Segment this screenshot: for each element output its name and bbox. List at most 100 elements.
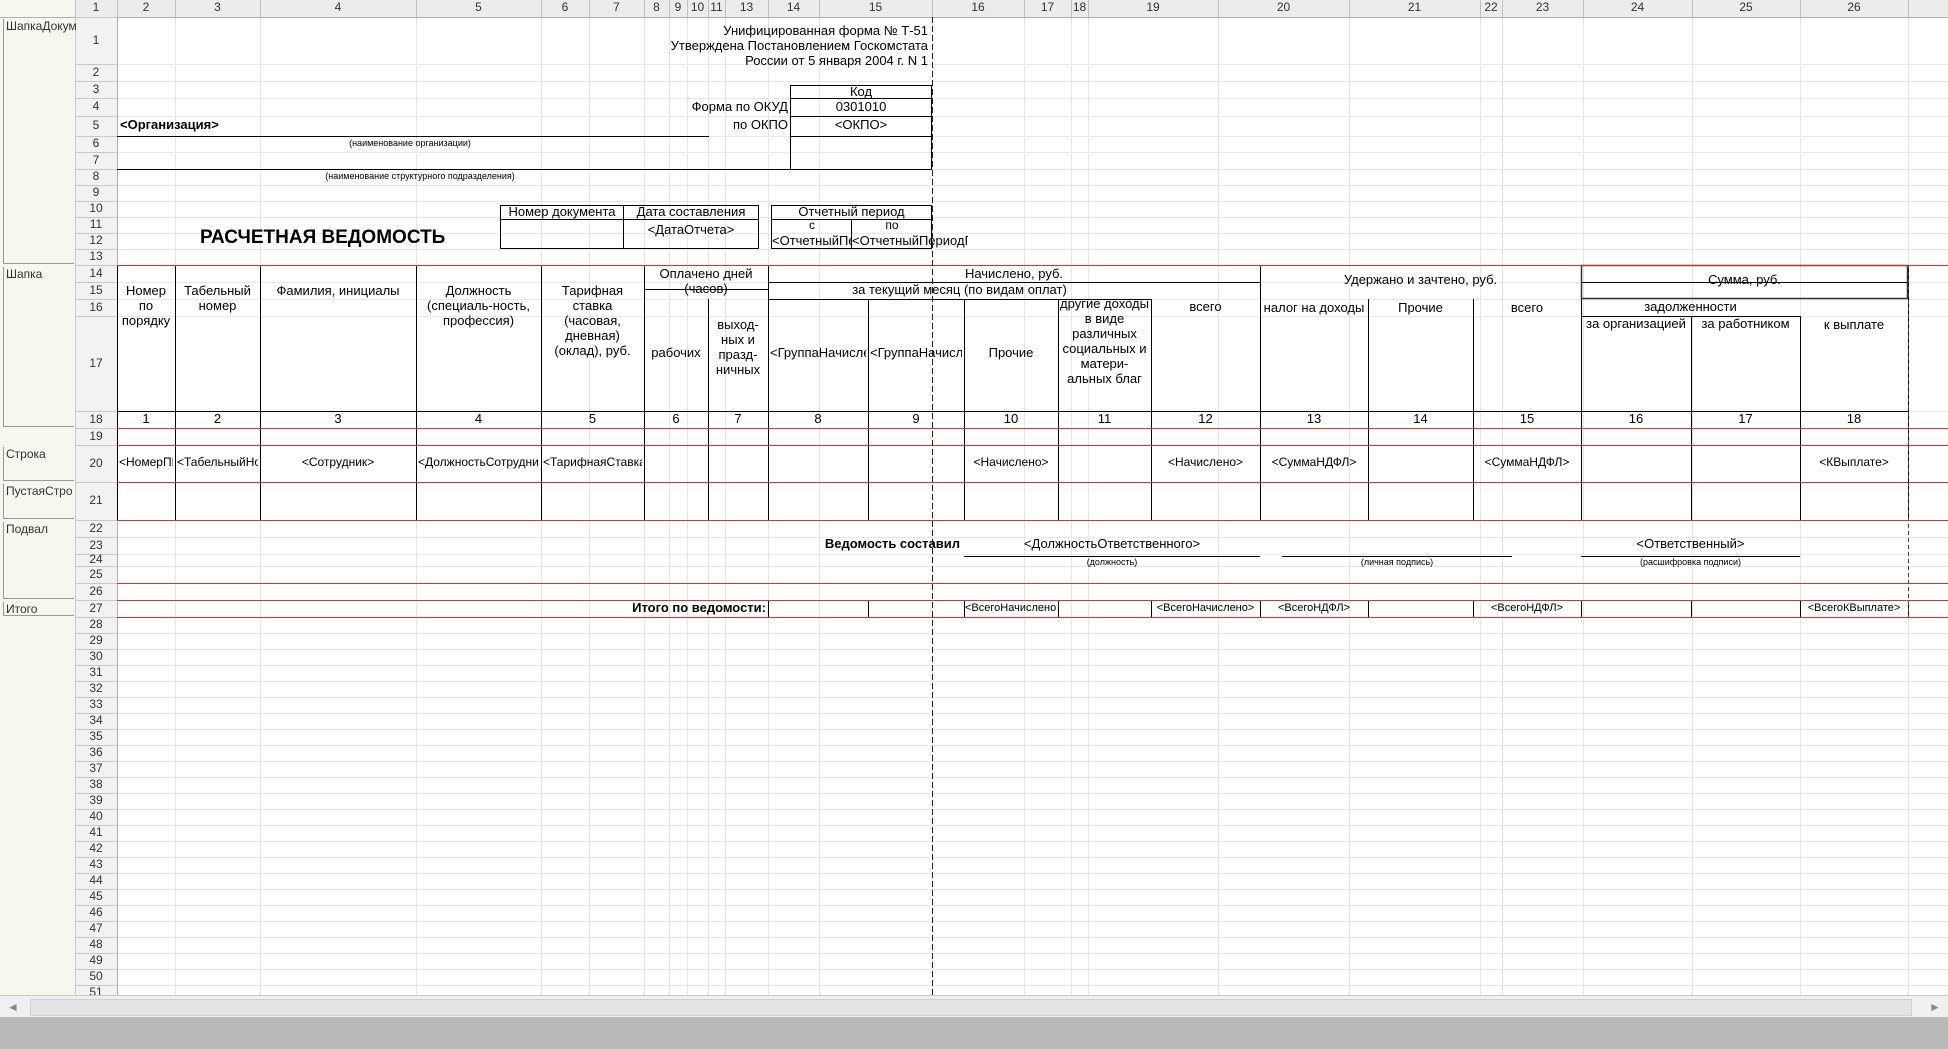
row-header-24[interactable]: 24 — [75, 553, 117, 567]
group-label[interactable]: Строка — [6, 448, 76, 462]
row-header-23[interactable]: 23 — [75, 539, 117, 553]
column-header-13[interactable]: 13 — [725, 1, 768, 16]
column-header-1[interactable]: 1 — [75, 1, 117, 16]
row-template-cell[interactable]: <НомерПП> — [119, 456, 173, 471]
row-header-38[interactable]: 38 — [75, 778, 117, 792]
row-header-25[interactable]: 25 — [75, 568, 117, 582]
row-header-19[interactable]: 19 — [75, 430, 117, 444]
scroll-left-arrow-icon[interactable]: ◄ — [2, 998, 24, 1016]
row-template-cell[interactable]: <КВыплате> — [1802, 456, 1906, 471]
col-header-accrual-group-2: <ГруппаНачисления> — [870, 346, 962, 360]
row-header-9[interactable]: 9 — [75, 186, 117, 200]
row-header-49[interactable]: 49 — [75, 954, 117, 968]
row-header-12[interactable]: 12 — [75, 234, 117, 248]
row-header-45[interactable]: 45 — [75, 890, 117, 904]
column-header-17[interactable]: 17 — [1024, 1, 1071, 16]
column-header-18[interactable]: 18 — [1071, 1, 1088, 16]
row-header-16[interactable]: 16 — [75, 301, 117, 315]
group-label[interactable]: Подвал — [6, 523, 76, 537]
row-template-cell[interactable]: <ТарифнаяСтавка> — [543, 456, 642, 471]
row-header-42[interactable]: 42 — [75, 842, 117, 856]
row-header-29[interactable]: 29 — [75, 634, 117, 648]
row-template-cell[interactable]: <ДолжностьСотрудника> — [418, 456, 539, 471]
row-header-20[interactable]: 20 — [75, 457, 117, 471]
row-header-40[interactable]: 40 — [75, 810, 117, 824]
row-header-14[interactable]: 14 — [75, 267, 117, 281]
column-header-10[interactable]: 10 — [687, 1, 708, 16]
row-header-15[interactable]: 15 — [75, 284, 117, 298]
row-header-44[interactable]: 44 — [75, 874, 117, 888]
column-header-5[interactable]: 5 — [416, 1, 541, 16]
column-header-4[interactable]: 4 — [260, 1, 416, 16]
group-label[interactable]: ШапкаДокум — [6, 20, 76, 34]
column-header-23[interactable]: 23 — [1502, 1, 1583, 16]
row-header-4[interactable]: 4 — [75, 100, 117, 114]
group-label[interactable]: Шапка — [6, 268, 76, 282]
column-header-7[interactable]: 7 — [589, 1, 644, 16]
row-template-cell[interactable]: <Сотрудник> — [262, 456, 414, 471]
column-header-9[interactable]: 9 — [669, 1, 687, 16]
row-header-8[interactable]: 8 — [75, 170, 117, 184]
row-header-7[interactable]: 7 — [75, 154, 117, 168]
scrollbar-thumb[interactable] — [30, 999, 1912, 1016]
column-header-24[interactable]: 24 — [1583, 1, 1692, 16]
row-template-cell[interactable]: <ТабельныйНомерСотрудника> — [177, 456, 258, 471]
row-header-37[interactable]: 37 — [75, 762, 117, 776]
row-header-36[interactable]: 36 — [75, 746, 117, 760]
row-header-18[interactable]: 18 — [75, 413, 117, 427]
column-header-21[interactable]: 21 — [1349, 1, 1480, 16]
row-header-43[interactable]: 43 — [75, 858, 117, 872]
col-number-5: 5 — [588, 412, 597, 426]
row-header-41[interactable]: 41 — [75, 826, 117, 840]
row-header-17[interactable]: 17 — [75, 357, 117, 371]
row-template-cell[interactable]: <Начислено> — [966, 456, 1056, 471]
row-template-cell[interactable]: <Начислено> — [1153, 456, 1258, 471]
row-header-34[interactable]: 34 — [75, 714, 117, 728]
row-header-35[interactable]: 35 — [75, 730, 117, 744]
column-header-19[interactable]: 19 — [1088, 1, 1218, 16]
horizontal-scrollbar[interactable]: ◄ ► — [0, 995, 1948, 1018]
row-header-33[interactable]: 33 — [75, 698, 117, 712]
column-header-15[interactable]: 15 — [819, 1, 932, 16]
row-header-2[interactable]: 2 — [75, 66, 117, 80]
row-header-5[interactable]: 5 — [75, 119, 117, 133]
row-header-30[interactable]: 30 — [75, 650, 117, 664]
col-number-8: 8 — [814, 412, 822, 426]
row-header-50[interactable]: 50 — [75, 970, 117, 984]
row-header-6[interactable]: 6 — [75, 137, 117, 151]
column-header-16[interactable]: 16 — [932, 1, 1024, 16]
row-header-48[interactable]: 48 — [75, 938, 117, 952]
spreadsheet-sheet[interactable]: { "columns": ["1","2","3","4","5","6","7… — [0, 0, 1948, 1049]
row-header-22[interactable]: 22 — [75, 522, 117, 536]
column-header-14[interactable]: 14 — [768, 1, 819, 16]
row-header-11[interactable]: 11 — [75, 218, 117, 232]
row-header-21[interactable]: 21 — [75, 494, 117, 508]
column-header-8[interactable]: 8 — [644, 1, 669, 16]
row-header-27[interactable]: 27 — [75, 602, 117, 616]
row-header-28[interactable]: 28 — [75, 618, 117, 632]
row-header-32[interactable]: 32 — [75, 682, 117, 696]
column-header-20[interactable]: 20 — [1218, 1, 1349, 16]
column-header-6[interactable]: 6 — [541, 1, 589, 16]
row-header-46[interactable]: 46 — [75, 906, 117, 920]
row-header-3[interactable]: 3 — [75, 83, 117, 97]
row-header-47[interactable]: 47 — [75, 922, 117, 936]
row-header-26[interactable]: 26 — [75, 585, 117, 599]
row-header-31[interactable]: 31 — [75, 666, 117, 680]
column-header-25[interactable]: 25 — [1692, 1, 1800, 16]
column-header-26[interactable]: 26 — [1800, 1, 1908, 16]
column-header-11[interactable]: 11 — [708, 1, 725, 16]
column-header-22[interactable]: 22 — [1480, 1, 1502, 16]
row-template-cell[interactable]: <СуммаНДФЛ> — [1262, 456, 1366, 471]
row-template-cell[interactable]: <СуммаНДФЛ> — [1475, 456, 1579, 471]
scroll-right-arrow-icon[interactable]: ► — [1924, 998, 1946, 1016]
group-label[interactable]: ПустаяСтро — [6, 485, 76, 499]
column-header-3[interactable]: 3 — [175, 1, 260, 16]
col-number-3: 3 — [334, 412, 342, 426]
group-label[interactable]: Итого — [6, 603, 76, 617]
row-header-1[interactable]: 1 — [75, 34, 117, 48]
row-header-10[interactable]: 10 — [75, 202, 117, 216]
row-header-13[interactable]: 13 — [75, 250, 117, 264]
column-header-2[interactable]: 2 — [117, 1, 175, 16]
row-header-39[interactable]: 39 — [75, 794, 117, 808]
